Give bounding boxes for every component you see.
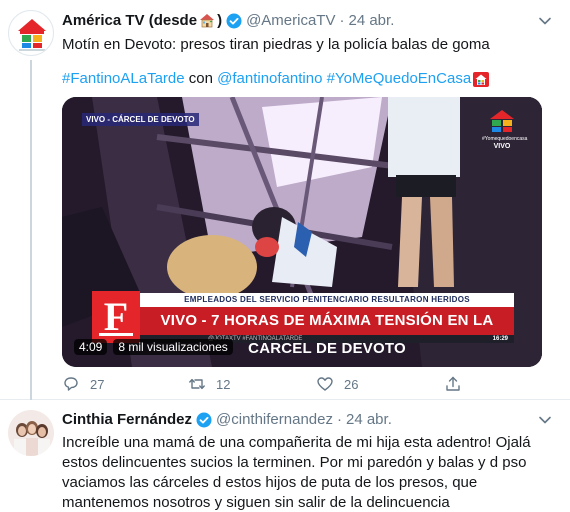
news-lower-third: F EMPLEADOS DEL SERVICIO PENITENCIARIO R… [92, 291, 514, 357]
share-icon [446, 376, 460, 391]
house-emoji-icon [473, 71, 490, 87]
video-duration: 4:09 [74, 339, 108, 355]
thread-connector [30, 60, 32, 400]
mention-fantinofantino[interactable]: @fantinofantino [217, 70, 322, 87]
reply-button[interactable]: 27 [62, 375, 104, 393]
author-name[interactable]: América TV (desde [62, 12, 197, 29]
tweet1-text: Motín en Devoto: presos tiran piedras y … [62, 36, 490, 53]
banner-headline: VIVO - 7 HORAS DE MÁXIMA TENSIÓN EN LA C… [140, 307, 514, 357]
location-label: VIVO - CÁRCEL DE DEVOTO [82, 113, 199, 126]
like-count: 26 [344, 376, 359, 392]
video-player[interactable]: VIVO - CÁRCEL DE DEVOTO #Yomequedoencasa… [62, 97, 542, 367]
logo-hashtag: #Yomequedoencasa [482, 136, 528, 142]
hashtag-yomequedoencasa[interactable]: #YoMeQuedoEnCasa [327, 70, 472, 87]
america-tv-avatar[interactable] [8, 10, 54, 56]
author-name[interactable]: Cinthia Fernández [62, 411, 192, 428]
tweet-america-tv[interactable]: América TV (desde ) @AmericaTV · 24 abr.… [0, 0, 570, 400]
america-logo-icon [490, 110, 514, 132]
tweet2-text: Increíble una mamá de una compañerita de… [62, 434, 531, 511]
reply-count: 27 [90, 376, 105, 392]
retweet-count: 12 [216, 376, 231, 392]
author-handle[interactable]: @AmericaTV [246, 12, 335, 29]
tweet-date[interactable]: 24 abr. [348, 12, 394, 29]
author-handle[interactable]: @cinthifernandez [216, 411, 333, 428]
heart-icon [317, 377, 333, 391]
tweet2-header: Cinthia Fernández @cinthifernandez · 24 … [62, 411, 392, 428]
video-meta: 4:09 8 mil visualizaciones [74, 339, 233, 355]
hashtag-fantinoalatarde[interactable]: #FantinoALaTarde [62, 70, 185, 87]
logo-live-label: VIVO [493, 143, 511, 150]
house-emoji-icon [200, 14, 215, 28]
tweet1-hashtags-line: #FantinoALaTarde con @fantinofantino #Yo… [62, 69, 491, 89]
video-views: 8 mil visualizaciones [113, 339, 233, 355]
share-button[interactable] [444, 375, 462, 393]
retweet-button[interactable]: 12 [188, 375, 230, 393]
tweet1-actions: 27 12 26 [62, 375, 502, 397]
chevron-down-icon[interactable] [538, 14, 552, 28]
banner-time: 16:29 [492, 336, 508, 342]
like-button[interactable]: 26 [316, 375, 358, 393]
separator-dot: · [339, 12, 345, 29]
cinthia-fernandez-avatar[interactable] [8, 410, 54, 456]
reply-icon [64, 377, 78, 391]
banner-subheadline: EMPLEADOS DEL SERVICIO PENITENCIARIO RES… [140, 293, 514, 307]
chevron-down-icon[interactable] [538, 413, 552, 427]
tweet1-header: América TV (desde ) @AmericaTV · 24 abr. [62, 12, 395, 29]
f-logo: F [92, 291, 140, 343]
connector-text: con [188, 70, 213, 87]
retweet-icon [189, 378, 205, 390]
tweet-date[interactable]: 24 abr. [346, 411, 392, 428]
verified-badge-icon [226, 13, 242, 28]
channel-logo: #Yomequedoencasa VIVO [482, 109, 528, 150]
separator-dot: · [336, 411, 342, 428]
verified-badge-icon [196, 412, 212, 427]
